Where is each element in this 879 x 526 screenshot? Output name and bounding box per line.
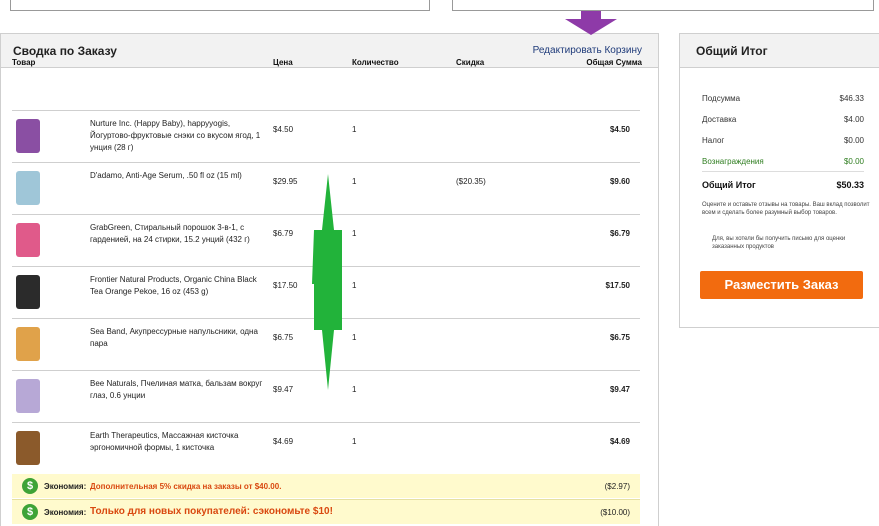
product-thumbnail[interactable] bbox=[16, 379, 40, 413]
product-thumbnail[interactable] bbox=[16, 327, 40, 361]
tax-value: $0.00 bbox=[843, 136, 864, 145]
product-total: $4.69 bbox=[609, 437, 630, 446]
subtotal-value: $46.33 bbox=[839, 94, 864, 103]
product-qty: 1 bbox=[352, 437, 357, 446]
product-name[interactable]: Frontier Natural Products, Organic China… bbox=[90, 274, 265, 298]
product-name[interactable]: Sea Band, Акупрессурные напульсники, одн… bbox=[90, 326, 265, 350]
col-price: Цена bbox=[273, 58, 293, 67]
totals-title: Общий Итог bbox=[696, 44, 768, 58]
order-summary-header: Сводка по Заказу Редактировать Корзину bbox=[1, 34, 658, 68]
product-name[interactable]: GrabGreen, Стиральный порошок 3-в-1, с г… bbox=[90, 222, 265, 246]
savings-text: Дополнительная 5% скидка на заказы от $4… bbox=[90, 482, 282, 491]
product-total: $6.75 bbox=[609, 333, 630, 342]
dollar-coin-icon: $ bbox=[22, 504, 38, 520]
col-product: Товар bbox=[12, 58, 36, 67]
tax-label: Налог bbox=[702, 136, 725, 145]
savings-label: Экономия: bbox=[44, 482, 87, 491]
dollar-coin-icon: $ bbox=[22, 478, 38, 494]
product-qty: 1 bbox=[352, 333, 357, 342]
savings-row: $ Экономия: Только для новых покупателей… bbox=[12, 499, 640, 524]
table-row: Earth Therapeutics, Массажная кисточка э… bbox=[12, 422, 640, 475]
product-thumbnail[interactable] bbox=[16, 171, 40, 205]
product-thumbnail[interactable] bbox=[16, 119, 40, 153]
table-row: Nurture Inc. (Happy Baby), happyyogis, Й… bbox=[12, 110, 640, 163]
product-price: $9.47 bbox=[273, 385, 294, 394]
col-discount: Скидка bbox=[456, 58, 485, 67]
product-total: $6.79 bbox=[609, 229, 630, 238]
savings-amount: ($2.97) bbox=[604, 482, 630, 491]
product-price: $4.50 bbox=[273, 125, 294, 134]
product-name[interactable]: D'adamo, Anti-Age Serum, .50 fl oz (15 m… bbox=[90, 170, 265, 182]
divider bbox=[702, 171, 864, 172]
product-thumbnail[interactable] bbox=[16, 223, 40, 257]
product-name[interactable]: Earth Therapeutics, Массажная кисточка э… bbox=[90, 430, 265, 454]
product-price: $17.50 bbox=[273, 281, 298, 290]
order-summary-title: Сводка по Заказу bbox=[13, 44, 117, 58]
rewards-label: Вознаграждения bbox=[702, 157, 764, 166]
product-qty: 1 bbox=[352, 281, 357, 290]
green-arrow-icon bbox=[312, 174, 342, 390]
product-thumbnail[interactable] bbox=[16, 275, 40, 309]
product-discount: ($20.35) bbox=[456, 177, 486, 186]
place-order-button[interactable]: Разместить Заказ bbox=[700, 271, 863, 299]
subtotal-label: Подсумма bbox=[702, 94, 741, 103]
purple-arrow-icon bbox=[565, 11, 617, 35]
product-name[interactable]: Bee Naturals, Пчелиная матка, бальзам во… bbox=[90, 378, 265, 402]
product-qty: 1 bbox=[352, 125, 357, 134]
col-total: Общая Сумма bbox=[586, 58, 642, 67]
product-total: $4.50 bbox=[609, 125, 630, 134]
grand-total-label: Общий Итог bbox=[702, 180, 756, 190]
product-total: $9.47 bbox=[609, 385, 630, 394]
product-qty: 1 bbox=[352, 177, 357, 186]
grand-total-value: $50.33 bbox=[836, 180, 864, 190]
review-email-note[interactable]: Для, вы хотели бы получить письмо для оц… bbox=[712, 235, 862, 251]
product-qty: 1 bbox=[352, 385, 357, 394]
product-total: $9.60 bbox=[609, 177, 630, 186]
product-price: $6.75 bbox=[273, 333, 294, 342]
edit-cart-link[interactable]: Редактировать Корзину bbox=[533, 45, 642, 56]
product-price: $29.95 bbox=[273, 177, 298, 186]
review-note: Оцените и оставьте отзывы на товары. Ваш… bbox=[702, 202, 870, 216]
savings-label: Экономия: bbox=[44, 508, 87, 517]
rewards-value: $0.00 bbox=[843, 157, 864, 166]
shipping-value: $4.00 bbox=[843, 115, 864, 124]
shipping-label: Доставка bbox=[702, 115, 737, 124]
product-name[interactable]: Nurture Inc. (Happy Baby), happyyogis, Й… bbox=[90, 118, 265, 154]
totals-header: Общий Итог bbox=[680, 34, 879, 68]
col-qty: Количество bbox=[352, 58, 399, 67]
product-qty: 1 bbox=[352, 229, 357, 238]
product-thumbnail[interactable] bbox=[16, 431, 40, 465]
top-right-box bbox=[452, 0, 874, 11]
product-total: $17.50 bbox=[605, 281, 630, 290]
savings-text: Только для новых покупателей: сэкономьте… bbox=[90, 506, 333, 517]
product-price: $6.79 bbox=[273, 229, 294, 238]
top-left-box bbox=[10, 0, 430, 11]
savings-row: $ Экономия: Дополнительная 5% скидка на … bbox=[12, 474, 640, 498]
savings-amount: ($10.00) bbox=[600, 508, 630, 517]
product-price: $4.69 bbox=[273, 437, 294, 446]
